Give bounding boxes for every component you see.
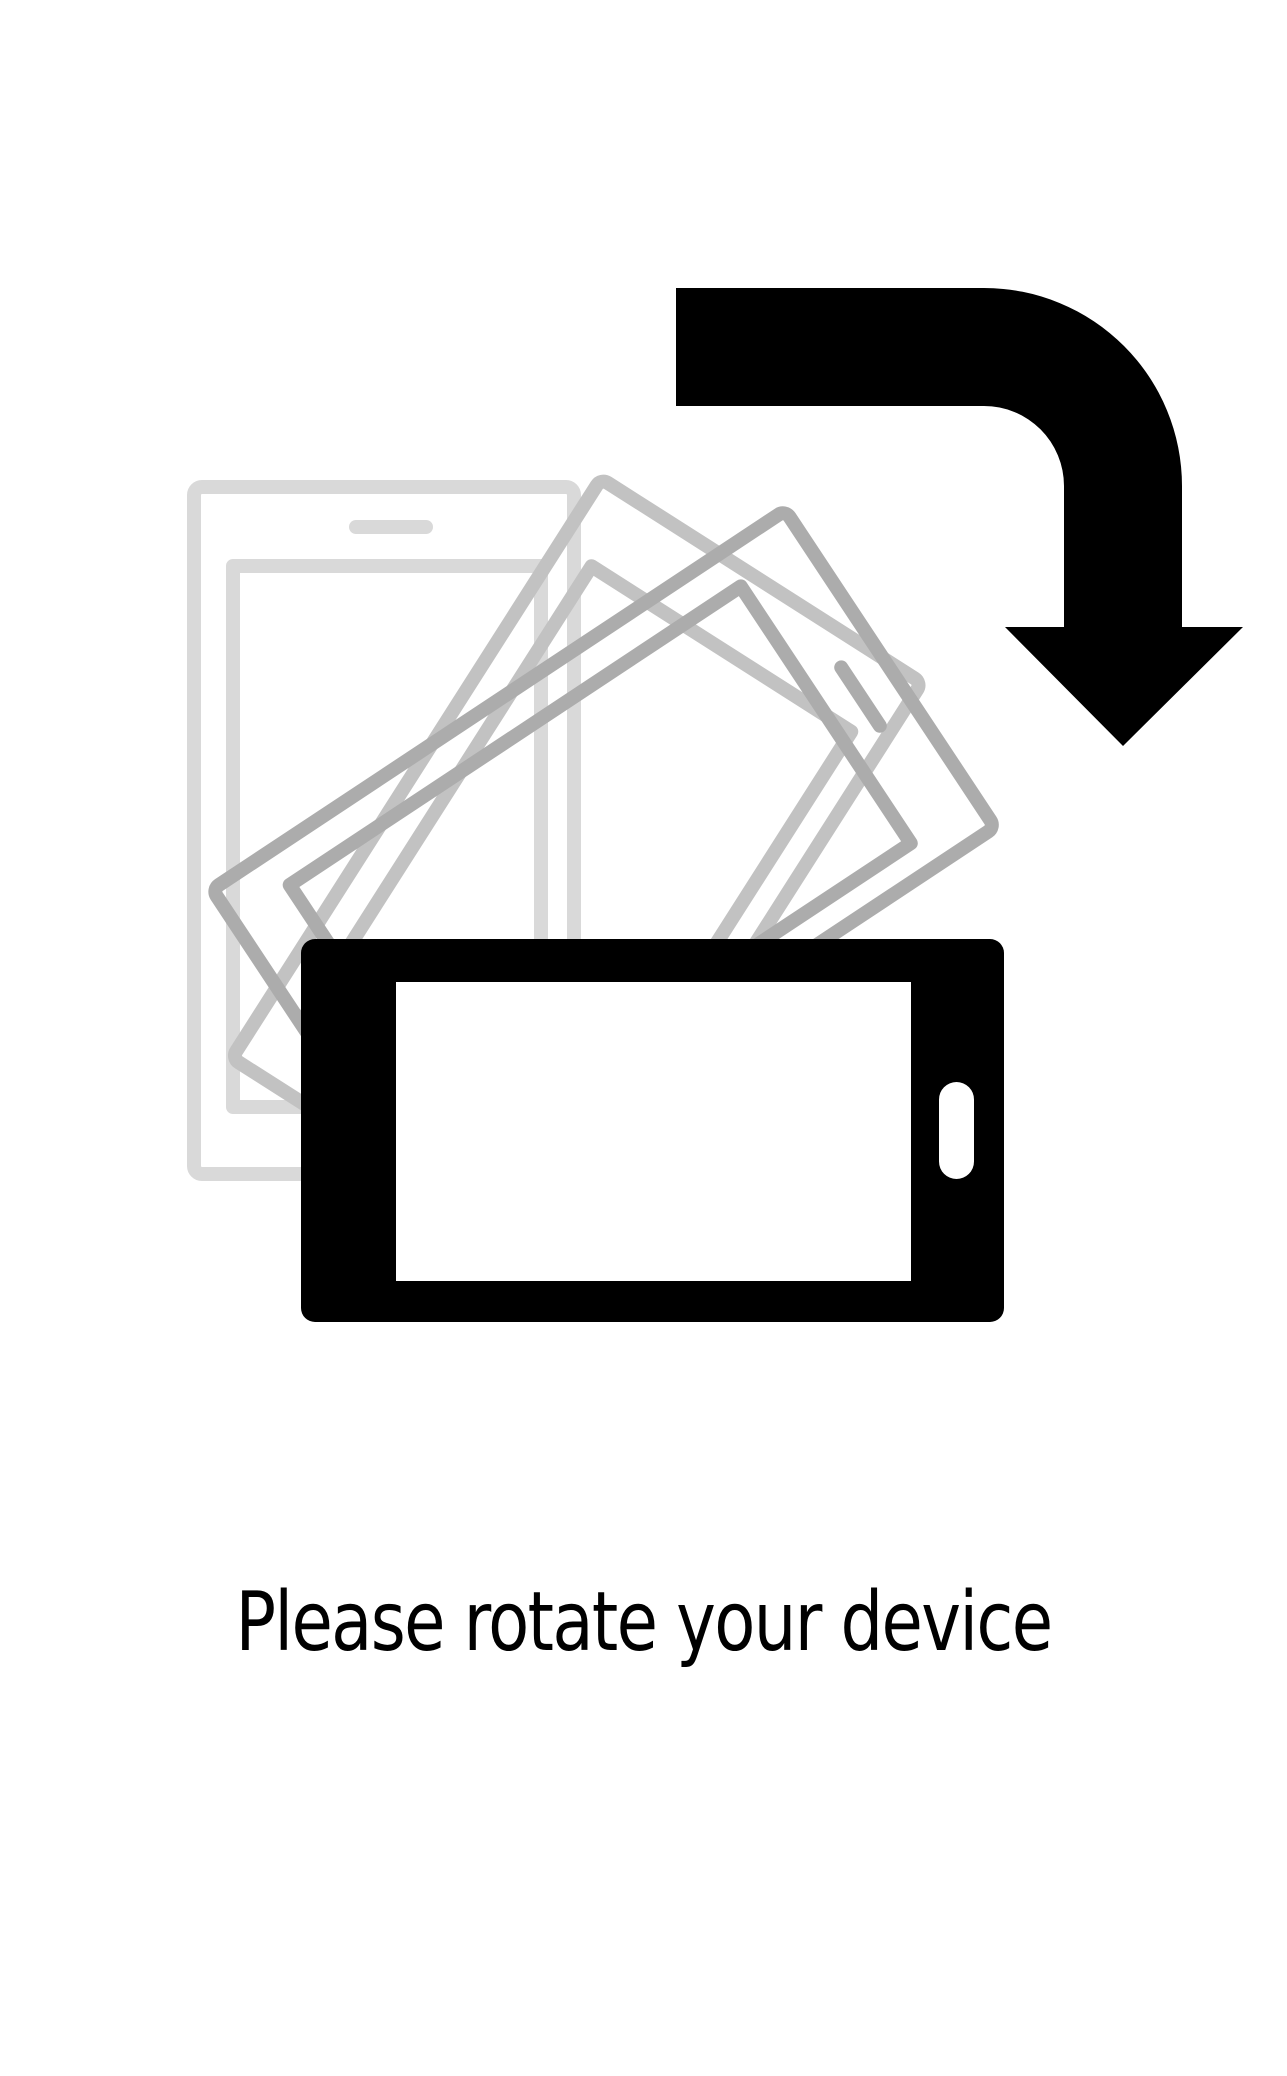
phone-landscape-icon [301, 939, 1004, 1322]
rotate-device-message: Please rotate your device [235, 1575, 1053, 1670]
rotate-device-illustration [187, 288, 1243, 1322]
rotate-device-screen: Please rotate your device [0, 0, 1287, 2076]
